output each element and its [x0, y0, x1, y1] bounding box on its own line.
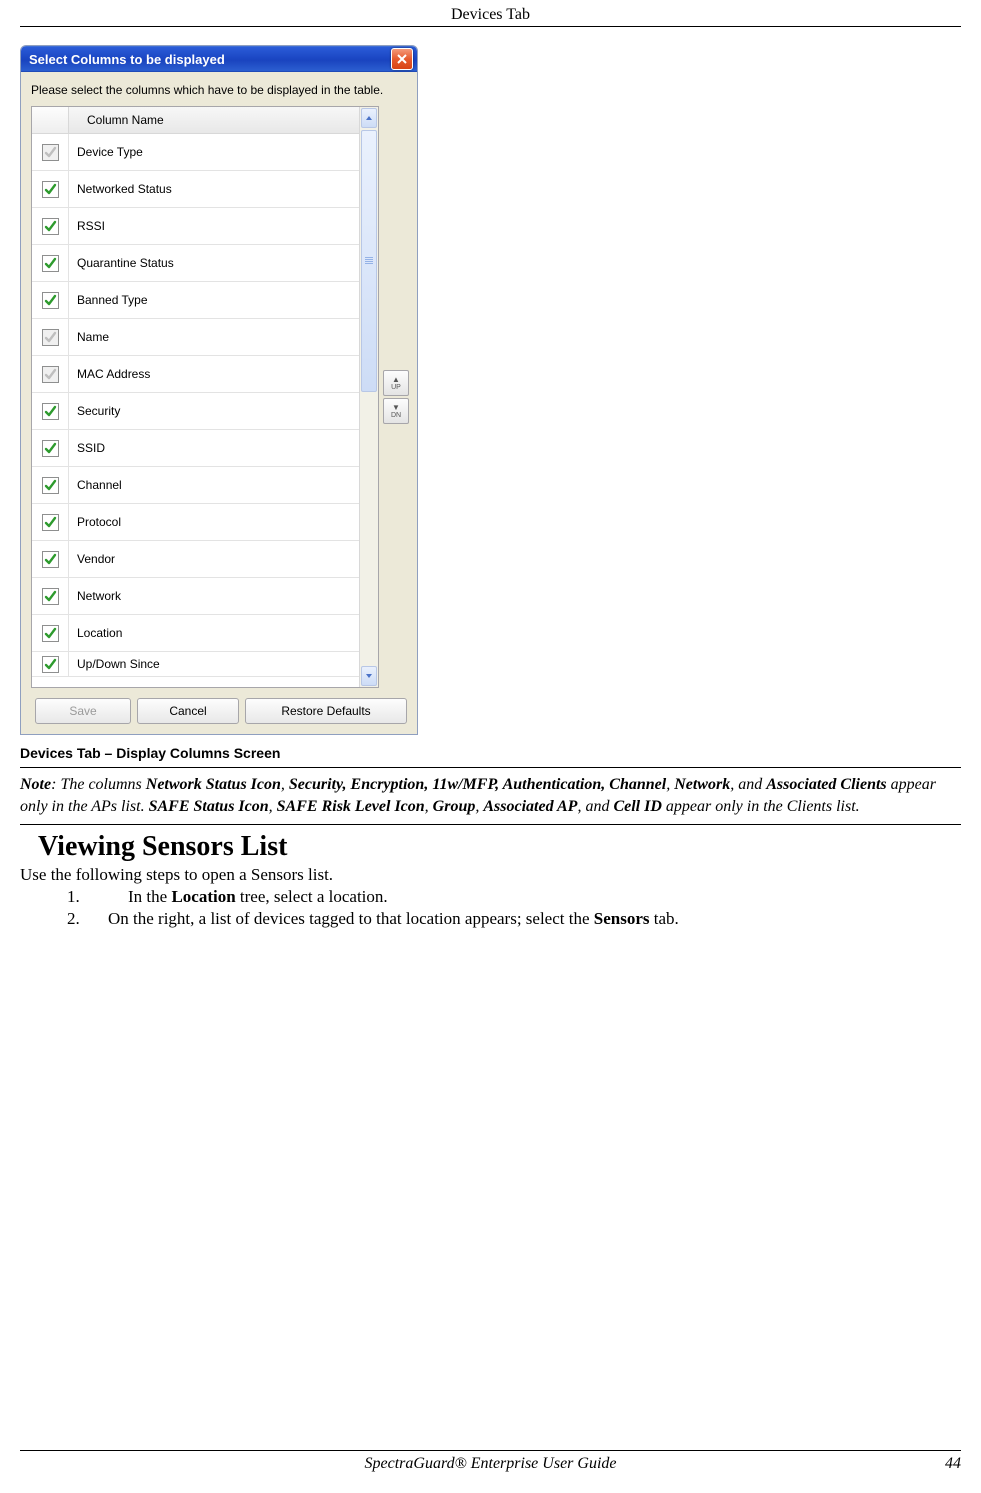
divider — [20, 824, 961, 825]
scroll-down-icon[interactable] — [361, 666, 377, 686]
step-1: In the Location tree, select a location. — [84, 887, 961, 907]
page-footer: SpectraGuard® Enterprise User Guide 44 — [20, 1450, 961, 1473]
list-item-label: Location — [69, 626, 359, 640]
checkbox[interactable] — [42, 477, 59, 494]
scroll-thumb[interactable] — [361, 130, 377, 392]
list-item-label: Channel — [69, 478, 359, 492]
checkbox[interactable] — [42, 551, 59, 568]
figure-caption: Devices Tab – Display Columns Screen — [20, 745, 961, 761]
checkbox[interactable] — [42, 440, 59, 457]
columns-listbox: Column Name Device Type Networked Status R… — [31, 106, 379, 688]
page-number: 44 — [647, 1455, 961, 1473]
chevron-down-icon: ▼ — [392, 404, 400, 412]
checkbox — [42, 329, 59, 346]
list-item[interactable]: MAC Address — [32, 356, 359, 393]
footer-title: SpectraGuard® Enterprise User Guide — [334, 1455, 648, 1473]
checkbox[interactable] — [42, 255, 59, 272]
list-item-label: Quarantine Status — [69, 256, 359, 270]
checkbox[interactable] — [42, 625, 59, 642]
list-item[interactable]: Channel — [32, 467, 359, 504]
divider — [20, 767, 961, 768]
list-item-label: Network — [69, 589, 359, 603]
section-heading: Viewing Sensors List — [38, 831, 961, 863]
step-2: On the right, a list of devices tagged t… — [84, 909, 961, 929]
list-item-label: Name — [69, 330, 359, 344]
checkbox[interactable] — [42, 514, 59, 531]
section-intro: Use the following steps to open a Sensor… — [20, 865, 961, 885]
list-item-label: Protocol — [69, 515, 359, 529]
checkbox — [42, 144, 59, 161]
list-item[interactable]: Location — [32, 615, 359, 652]
list-item-label: MAC Address — [69, 367, 359, 381]
list-item[interactable]: Device Type — [32, 134, 359, 171]
dialog-instruction: Please select the columns which have to … — [31, 82, 407, 98]
select-columns-dialog: Select Columns to be displayed Please se… — [20, 45, 418, 735]
chevron-up-icon: ▲ — [392, 376, 400, 384]
checkbox[interactable] — [42, 181, 59, 198]
page-header: Devices Tab — [20, 0, 961, 27]
list-item[interactable]: SSID — [32, 430, 359, 467]
move-down-button[interactable]: ▼ DN — [383, 398, 409, 424]
column-header-label[interactable]: Column Name — [69, 107, 359, 133]
list-item[interactable]: RSSI — [32, 208, 359, 245]
checkbox — [42, 366, 59, 383]
list-item[interactable]: Up/Down Since — [32, 652, 359, 677]
list-item-label: RSSI — [69, 219, 359, 233]
checkbox[interactable] — [42, 656, 59, 673]
cancel-button[interactable]: Cancel — [137, 698, 239, 724]
list-item[interactable]: Banned Type — [32, 282, 359, 319]
list-item[interactable]: Quarantine Status — [32, 245, 359, 282]
dialog-titlebar: Select Columns to be displayed — [21, 46, 417, 72]
move-up-button[interactable]: ▲ UP — [383, 370, 409, 396]
close-button[interactable] — [391, 48, 413, 70]
list-item-label: Security — [69, 404, 359, 418]
list-item-label: Networked Status — [69, 182, 359, 196]
close-icon — [397, 52, 407, 67]
scrollbar[interactable] — [359, 107, 378, 687]
list-item-label: Up/Down Since — [69, 657, 359, 671]
checkbox[interactable] — [42, 292, 59, 309]
list-item-label: Device Type — [69, 145, 359, 159]
list-item[interactable]: Vendor — [32, 541, 359, 578]
note-paragraph: Note: The columns Network Status Icon, S… — [20, 774, 961, 818]
list-item-label: Vendor — [69, 552, 359, 566]
checkbox[interactable] — [42, 588, 59, 605]
dialog-body: Please select the columns which have to … — [21, 72, 417, 734]
list-item-label: Banned Type — [69, 293, 359, 307]
list-item[interactable]: Networked Status — [32, 171, 359, 208]
list-item[interactable]: Network — [32, 578, 359, 615]
dialog-title: Select Columns to be displayed — [29, 52, 225, 67]
checkbox[interactable] — [42, 403, 59, 420]
restore-defaults-button[interactable]: Restore Defaults — [245, 698, 407, 724]
list-item[interactable]: Protocol — [32, 504, 359, 541]
header-title: Devices Tab — [451, 6, 530, 23]
list-item[interactable]: Name — [32, 319, 359, 356]
column-header-row: Column Name — [32, 107, 359, 134]
save-button[interactable]: Save — [35, 698, 131, 724]
checkbox[interactable] — [42, 218, 59, 235]
steps-list: In the Location tree, select a location.… — [84, 887, 961, 929]
scroll-up-icon[interactable] — [361, 108, 377, 128]
list-item-label: SSID — [69, 441, 359, 455]
list-item[interactable]: Security — [32, 393, 359, 430]
